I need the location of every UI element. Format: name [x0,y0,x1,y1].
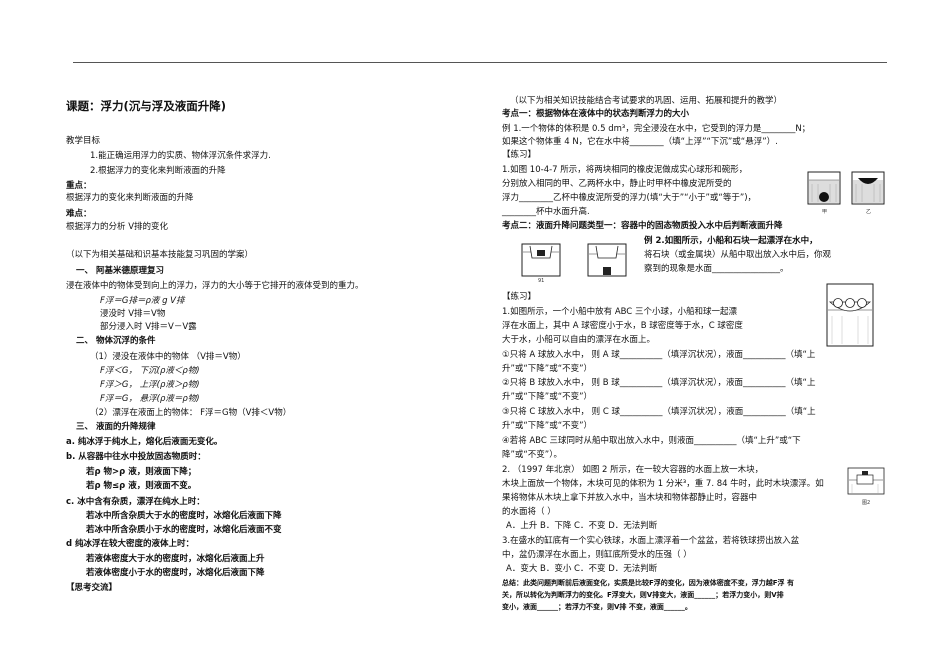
figure-2-caption: 图2 [862,500,871,506]
q1-part-3a: ③只将 C 球放入水中， 则 C 球__________（填浮沉状况），液面__… [502,407,816,417]
q3-line-1: 3.在盛水的缸底有一个实心铁球，水面上漂浮着一个盆盆，若将铁球捞出放入盆 [502,536,800,546]
objective-1: 1.能正确运用浮力的实质、物体浮沉条件求浮力. [90,151,271,161]
q2-line-3: 果将物体从木块上拿下并放入水中，当木块和物体都静止时，容器中 [502,493,758,503]
condition-2: （2）漂浮在液面上的物体： F浮＝G物（V排＜V物） [90,408,292,418]
section-3-heading: 三、 液面的升降规律 [76,422,156,432]
figure-boat-balls [824,282,878,350]
extension-note: （以下为相关知识技能结合考试要求的巩固、运用、拓展和提升的教学） [510,96,783,106]
formula-3: 部分浸入时 V排＝V－V露 [100,322,197,332]
rule-b1: 若ρ 物>ρ 液，则液面下降； [86,467,197,477]
review-note: （以下为相关基础和识基本技能复习巩固的学案） [66,250,254,260]
rule-d: d 纯冰浮在较大密度的液体上时： [66,539,195,549]
q1-part-4a: ④若将 ABC 三球同时从船中取出放入水中，则液面__________（填“上升… [502,436,801,446]
practice-1-line-1: 1.如图 10-4-7 所示，将两块相同的橡皮泥做成实心球形和碗形， [502,165,748,175]
figure-beaker-caption-2: 乙 [866,209,872,215]
example-2-line-1: 例 2.如图所示，小船和石块一起漂浮在水中， [644,236,818,246]
point-1-heading: 考点一：根据物体在液体中的状态判断浮力的大小 [502,109,690,119]
key-heading: 重点： [66,181,92,191]
condition-sink: F浮＜G， 下沉(ρ液＜ρ物) [100,366,200,376]
practice-2-heading: 【练习】 [502,292,537,302]
difficulty-heading: 难点： [66,209,92,219]
objectives-heading: 教学目标 [66,136,101,146]
example-1-line-1: 例 1.一个物体的体积是 0.5 dm³，完全浸没在水中，它受到的浮力是____… [502,124,811,134]
figure-beaker-caption-1: 甲 [822,209,828,215]
q2-line-2: 木块上面放一个物体，木块可见的体积为 1 分米³，重 7. 84 牛时，此时木块… [502,479,824,489]
q1-line-1: 1.如图所示，一个小船中放有 ABC 三个小球，小船和球一起漂 [502,307,737,317]
section-1-heading: 一、 阿基米德原理复习 [76,266,164,276]
rule-d1: 若液体密度大于水的密度时，冰熔化后液面上升 [86,554,265,564]
lesson-title: 课题：浮力(沉与浮及液面升降) [66,99,227,113]
q1-line-2: 浮在水面上，其中 A 球密度小于水，B 球密度等于水，C 球密度 [502,321,743,331]
condition-rise: F浮＞G， 上浮(ρ液＞ρ物) [100,380,200,390]
difficulty-text: 根据浮力的分析 V排的变化 [66,222,169,232]
q1-part-4b: 降”或“不变”）。 [502,450,562,460]
rule-d2: 若液体密度小于水的密度时，冰熔化后液面下降 [86,568,265,578]
think-heading: 【思考交流】 [66,583,118,593]
example-2-line-3: 察到的现象是水面________________。 [644,264,789,274]
summary-line-2: 关，所以转化为判断浮力的变化。F浮变大，则V排变大，液面______；若浮力变小… [502,591,784,599]
q1-part-3b: 升”或“下降”或“不变”） [502,421,593,431]
practice-1-line-2: 分别放入相同的甲、乙两杯水中，静止时甲杯中橡皮泥所受的 [502,179,732,189]
formula-1: F浮＝G排＝ρ液 g V排 [100,296,185,306]
point-2-heading: 考点二：液面升降问题类型一：容器中的固态物质投入水中后判断液面升降 [502,221,783,231]
rule-c2: 若冰中所含杂质小于水的密度时，冰熔化后液面不变 [86,525,282,535]
q2-line-1: 2. （1997 年北京） 如图 2 所示，在一较大容器的水面上放一木块， [502,465,764,475]
rule-b2: 若ρ 物≤ρ 液，则液面不变。 [86,481,197,491]
example-2-line-2: 将石块（或金属块）从船中取出放入水中后，你观 [644,250,832,260]
section-2-heading: 二、 物体沉浮的条件 [76,336,156,346]
practice-1-line-4: ________杯中水面升高. [502,207,590,217]
figure-boat-stone: 91 [520,236,632,284]
q2-line-4: 的水面将（ ） [502,507,556,517]
figure-beakers: 甲 乙 [804,166,890,215]
rule-a: a. 纯冰浮于纯水上，熔化后液面无变化。 [66,437,223,447]
rule-c1: 若冰中所含杂质大于水的密度时，冰熔化后液面下降 [86,511,282,521]
q1-part-1b: 升”或“下降”或“不变”） [502,364,593,374]
q1-line-3: 大于水，小船可以自由的漂浮在水面上。 [502,335,656,345]
q1-part-2b: 升”或“下降”或“不变”） [502,392,593,402]
figure-boat-caption: 91 [538,278,545,284]
q1-part-1a: ①只将 A 球放入水中， 则 A 球__________（填浮沉状况），液面__… [502,350,816,360]
q1-part-2a: ②只将 B 球放入水中， 则 B 球__________（填浮沉状况），液面__… [502,378,816,388]
figure-wood-block: 图2 [846,466,886,506]
q3-line-2: 中，盆仍漂浮在水面上，则缸底所受水的压强（ ） [502,550,692,560]
practice-1-heading: 【练习】 [502,150,537,160]
formula-2: 浸没时 V排＝V物 [100,309,166,319]
condition-suspend: F浮＝G， 悬浮(ρ液＝ρ物) [100,394,200,404]
q3-options: A．变大 B．变小 C．不变 D．无法判断 [506,564,658,574]
rule-c: c. 冰中含有杂质，漂浮在纯水上时： [66,497,205,507]
top-rule [73,62,887,63]
condition-1: （1）浸没在液体中的物体 （V排＝V物） [90,352,246,362]
practice-1-line-3: 浮力________乙杯中橡皮泥所受的浮力(填“大于”“小于”或“等于”)， [502,193,757,203]
objective-2: 2.根据浮力的变化来判断液面的升降 [90,166,226,176]
rule-b: b. 从容器中往水中投放固态物质时： [66,452,206,462]
summary-line-1: 总结：此类问题判断前后液面变化，实质是比较F浮的变化，因为液体密度不变，浮力越F… [502,579,794,587]
summary-line-3: 变小，液面______；若浮力不变，则V排 不变，液面______。 [502,603,692,611]
example-1-line-2: 如果这个物体重 4 N，它在水中将________（填“上浮”“下沉”或“悬浮”… [502,137,778,147]
section-1-text: 浸在液体中的物体受到向上的浮力，浮力的大小等于它排开的液体受到的重力。 [66,281,364,291]
q2-options: A．上升 B．下降 C．不变 D．无法判断 [506,521,658,531]
key-text: 根据浮力的变化来判断液面的升降 [66,193,194,203]
